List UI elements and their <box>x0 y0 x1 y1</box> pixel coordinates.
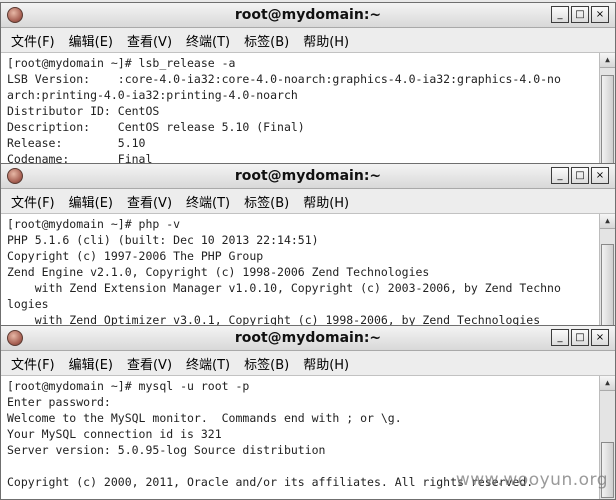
minimize-button[interactable]: _ <box>551 6 569 23</box>
vertical-scrollbar[interactable]: ▲ <box>599 214 615 332</box>
title-bar[interactable]: root@mydomain:~ _ □ × <box>1 164 615 189</box>
menu-file[interactable]: 文件(F) <box>11 354 55 373</box>
terminal-line: Server version: 5.0.95-log Source distri… <box>7 443 326 457</box>
close-button[interactable]: × <box>591 167 609 184</box>
terminal-line: PHP 5.1.6 (cli) (built: Dec 10 2013 22:1… <box>7 233 319 247</box>
menu-bar: 文件(F) 编辑(E) 查看(V) 终端(T) 标签(B) 帮助(H) <box>1 28 615 53</box>
scroll-up-arrow-icon[interactable]: ▲ <box>600 214 615 229</box>
minimize-button[interactable]: _ <box>551 167 569 184</box>
window-title: root@mydomain:~ <box>234 7 382 23</box>
terminal-line: [root@mydomain ~]# lsb_release -a <box>7 56 236 70</box>
scrollbar-thumb[interactable] <box>601 244 614 332</box>
menu-tabs[interactable]: 标签(B) <box>244 354 289 373</box>
vertical-scrollbar[interactable]: ▲ <box>599 53 615 169</box>
terminal-line: Enter password: <box>7 395 111 409</box>
terminal-line: [root@mydomain ~]# php -v <box>7 217 181 231</box>
maximize-button[interactable]: □ <box>571 329 589 346</box>
title-bar[interactable]: root@mydomain:~ _ □ × <box>1 3 615 28</box>
menu-help[interactable]: 帮助(H) <box>303 192 349 211</box>
maximize-button[interactable]: □ <box>571 167 589 184</box>
terminal-line: Your MySQL connection id is 321 <box>7 427 222 441</box>
close-button[interactable]: × <box>591 329 609 346</box>
scroll-up-arrow-icon[interactable]: ▲ <box>600 53 615 68</box>
terminal-line: logies <box>7 297 49 311</box>
title-bar[interactable]: root@mydomain:~ _ □ × <box>1 326 615 351</box>
menu-file[interactable]: 文件(F) <box>11 192 55 211</box>
scroll-up-arrow-icon[interactable]: ▲ <box>600 376 615 391</box>
menu-bar: 文件(F) 编辑(E) 查看(V) 终端(T) 标签(B) 帮助(H) <box>1 189 615 214</box>
terminal-output[interactable]: [root@mydomain ~]# php -v PHP 5.1.6 (cli… <box>1 214 615 332</box>
menu-view[interactable]: 查看(V) <box>127 192 172 211</box>
close-button[interactable]: × <box>591 6 609 23</box>
menu-edit[interactable]: 编辑(E) <box>69 192 113 211</box>
terminal-line: Distributor ID: CentOS <box>7 104 160 118</box>
terminal-output[interactable]: [root@mydomain ~]# lsb_release -a LSB Ve… <box>1 53 615 169</box>
terminal-line: Zend Engine v2.1.0, Copyright (c) 1998-2… <box>7 265 430 279</box>
scrollbar-thumb[interactable] <box>601 75 614 169</box>
terminal-line: LSB Version: :core-4.0-ia32:core-4.0-noa… <box>7 72 561 86</box>
terminal-window-php: root@mydomain:~ _ □ × 文件(F) 编辑(E) 查看(V) … <box>0 163 616 333</box>
watermark-text: www.wooyun.org <box>455 470 608 490</box>
window-title: root@mydomain:~ <box>234 330 382 346</box>
terminal-line: [root@mydomain ~]# mysql -u root -p <box>7 379 250 393</box>
menu-bar: 文件(F) 编辑(E) 查看(V) 终端(T) 标签(B) 帮助(H) <box>1 351 615 376</box>
menu-file[interactable]: 文件(F) <box>11 31 55 50</box>
menu-view[interactable]: 查看(V) <box>127 354 172 373</box>
menu-help[interactable]: 帮助(H) <box>303 354 349 373</box>
menu-tabs[interactable]: 标签(B) <box>244 192 289 211</box>
terminal-line: with Zend Extension Manager v1.0.10, Cop… <box>7 281 561 295</box>
terminal-line: Description: CentOS release 5.10 (Final) <box>7 120 305 134</box>
menu-view[interactable]: 查看(V) <box>127 31 172 50</box>
menu-edit[interactable]: 编辑(E) <box>69 354 113 373</box>
menu-tabs[interactable]: 标签(B) <box>244 31 289 50</box>
menu-terminal[interactable]: 终端(T) <box>186 354 230 373</box>
menu-terminal[interactable]: 终端(T) <box>186 192 230 211</box>
terminal-line: Welcome to the MySQL monitor. Commands e… <box>7 411 402 425</box>
menu-help[interactable]: 帮助(H) <box>303 31 349 50</box>
terminal-window-lsb: root@mydomain:~ _ □ × 文件(F) 编辑(E) 查看(V) … <box>0 2 616 170</box>
menu-edit[interactable]: 编辑(E) <box>69 31 113 50</box>
terminal-line: Release: 5.10 <box>7 136 146 150</box>
terminal-line: arch:printing-4.0-ia32:printing-4.0-noar… <box>7 88 298 102</box>
menu-terminal[interactable]: 终端(T) <box>186 31 230 50</box>
window-title: root@mydomain:~ <box>234 168 382 184</box>
minimize-button[interactable]: _ <box>551 329 569 346</box>
terminal-line: Copyright (c) 1997-2006 The PHP Group <box>7 249 264 263</box>
maximize-button[interactable]: □ <box>571 6 589 23</box>
